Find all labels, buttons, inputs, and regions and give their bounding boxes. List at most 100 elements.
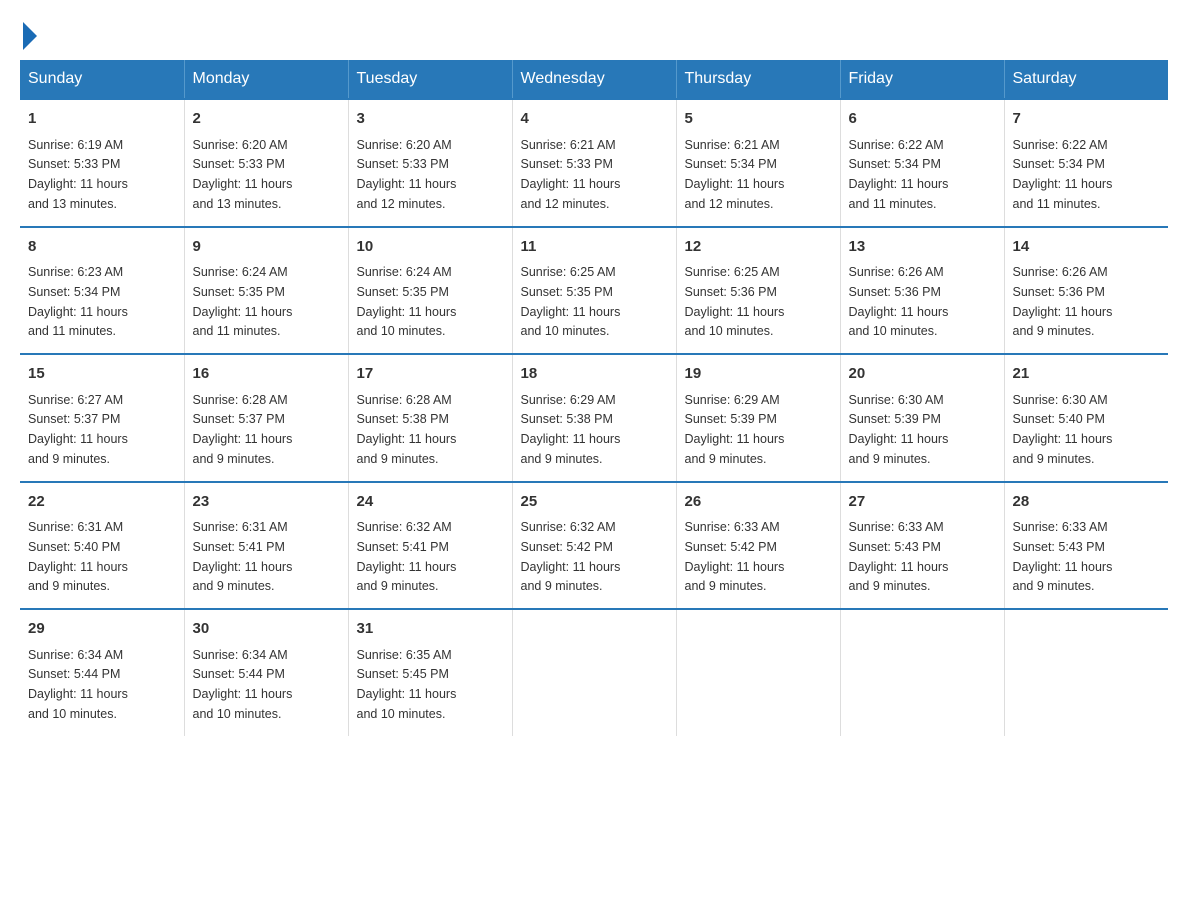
- day-info: Sunrise: 6:34 AMSunset: 5:44 PMDaylight:…: [28, 648, 128, 721]
- day-cell: 1 Sunrise: 6:19 AMSunset: 5:33 PMDaylight…: [20, 99, 184, 227]
- day-info: Sunrise: 6:20 AMSunset: 5:33 PMDaylight:…: [193, 138, 293, 211]
- day-number: 27: [849, 491, 996, 514]
- day-number: 11: [521, 236, 668, 259]
- page-header: [20, 20, 1168, 50]
- day-cell: 8 Sunrise: 6:23 AMSunset: 5:34 PMDaylight…: [20, 227, 184, 355]
- day-cell: 7Sunrise: 6:22 AMSunset: 5:34 PMDaylight…: [1004, 99, 1168, 227]
- day-number: 10: [357, 236, 504, 259]
- day-info: Sunrise: 6:34 AMSunset: 5:44 PMDaylight:…: [193, 648, 293, 721]
- day-cell: [840, 609, 1004, 736]
- day-number: 22: [28, 491, 176, 514]
- day-cell: 18 Sunrise: 6:29 AMSunset: 5:38 PMDayligh…: [512, 354, 676, 482]
- day-number: 13: [849, 236, 996, 259]
- day-info: Sunrise: 6:20 AMSunset: 5:33 PMDaylight:…: [357, 138, 457, 211]
- day-cell: 31 Sunrise: 6:35 AMSunset: 5:45 PMDayligh…: [348, 609, 512, 736]
- day-info: Sunrise: 6:24 AMSunset: 5:35 PMDaylight:…: [357, 265, 457, 338]
- day-cell: 20 Sunrise: 6:30 AMSunset: 5:39 PMDayligh…: [840, 354, 1004, 482]
- day-info: Sunrise: 6:33 AMSunset: 5:43 PMDaylight:…: [849, 520, 949, 593]
- day-info: Sunrise: 6:30 AMSunset: 5:39 PMDaylight:…: [849, 393, 949, 466]
- day-number: 30: [193, 618, 340, 641]
- day-number: 23: [193, 491, 340, 514]
- header-wednesday: Wednesday: [512, 60, 676, 99]
- day-number: 12: [685, 236, 832, 259]
- day-info: Sunrise: 6:24 AMSunset: 5:35 PMDaylight:…: [193, 265, 293, 338]
- week-row-1: 1 Sunrise: 6:19 AMSunset: 5:33 PMDaylight…: [20, 99, 1168, 227]
- day-cell: 29 Sunrise: 6:34 AMSunset: 5:44 PMDayligh…: [20, 609, 184, 736]
- day-info: Sunrise: 6:32 AMSunset: 5:41 PMDaylight:…: [357, 520, 457, 593]
- day-cell: 6 Sunrise: 6:22 AMSunset: 5:34 PMDaylight…: [840, 99, 1004, 227]
- day-cell: 23 Sunrise: 6:31 AMSunset: 5:41 PMDayligh…: [184, 482, 348, 610]
- day-number: 1: [28, 108, 176, 131]
- day-info: Sunrise: 6:32 AMSunset: 5:42 PMDaylight:…: [521, 520, 621, 593]
- day-number: 28: [1013, 491, 1161, 514]
- day-number: 18: [521, 363, 668, 386]
- header-thursday: Thursday: [676, 60, 840, 99]
- day-number: 24: [357, 491, 504, 514]
- logo: [20, 20, 41, 50]
- day-number: 17: [357, 363, 504, 386]
- day-cell: 16 Sunrise: 6:28 AMSunset: 5:37 PMDayligh…: [184, 354, 348, 482]
- header-sunday: Sunday: [20, 60, 184, 99]
- day-info: Sunrise: 6:23 AMSunset: 5:34 PMDaylight:…: [28, 265, 128, 338]
- day-cell: 13 Sunrise: 6:26 AMSunset: 5:36 PMDayligh…: [840, 227, 1004, 355]
- day-info: Sunrise: 6:25 AMSunset: 5:36 PMDaylight:…: [685, 265, 785, 338]
- day-cell: 14Sunrise: 6:26 AMSunset: 5:36 PMDayligh…: [1004, 227, 1168, 355]
- day-info: Sunrise: 6:25 AMSunset: 5:35 PMDaylight:…: [521, 265, 621, 338]
- day-info: Sunrise: 6:27 AMSunset: 5:37 PMDaylight:…: [28, 393, 128, 466]
- day-number: 29: [28, 618, 176, 641]
- day-cell: 2 Sunrise: 6:20 AMSunset: 5:33 PMDaylight…: [184, 99, 348, 227]
- day-number: 3: [357, 108, 504, 131]
- day-info: Sunrise: 6:21 AMSunset: 5:34 PMDaylight:…: [685, 138, 785, 211]
- header-tuesday: Tuesday: [348, 60, 512, 99]
- day-cell: 5 Sunrise: 6:21 AMSunset: 5:34 PMDaylight…: [676, 99, 840, 227]
- day-info: Sunrise: 6:29 AMSunset: 5:38 PMDaylight:…: [521, 393, 621, 466]
- week-row-5: 29 Sunrise: 6:34 AMSunset: 5:44 PMDayligh…: [20, 609, 1168, 736]
- day-cell: 28 Sunrise: 6:33 AMSunset: 5:43 PMDayligh…: [1004, 482, 1168, 610]
- day-info: Sunrise: 6:19 AMSunset: 5:33 PMDaylight:…: [28, 138, 128, 211]
- week-row-2: 8 Sunrise: 6:23 AMSunset: 5:34 PMDaylight…: [20, 227, 1168, 355]
- day-info: Sunrise: 6:22 AMSunset: 5:34 PMDaylight:…: [849, 138, 949, 211]
- day-cell: 4 Sunrise: 6:21 AMSunset: 5:33 PMDaylight…: [512, 99, 676, 227]
- day-cell: 19 Sunrise: 6:29 AMSunset: 5:39 PMDayligh…: [676, 354, 840, 482]
- day-number: 15: [28, 363, 176, 386]
- day-number: 4: [521, 108, 668, 131]
- day-cell: 21 Sunrise: 6:30 AMSunset: 5:40 PMDayligh…: [1004, 354, 1168, 482]
- day-cell: 27 Sunrise: 6:33 AMSunset: 5:43 PMDayligh…: [840, 482, 1004, 610]
- day-number: 25: [521, 491, 668, 514]
- header-monday: Monday: [184, 60, 348, 99]
- day-number: 16: [193, 363, 340, 386]
- day-number: 2: [193, 108, 340, 131]
- day-info: Sunrise: 6:21 AMSunset: 5:33 PMDaylight:…: [521, 138, 621, 211]
- day-cell: 30 Sunrise: 6:34 AMSunset: 5:44 PMDayligh…: [184, 609, 348, 736]
- day-cell: 26Sunrise: 6:33 AMSunset: 5:42 PMDayligh…: [676, 482, 840, 610]
- day-info: Sunrise: 6:26 AMSunset: 5:36 PMDaylight:…: [849, 265, 949, 338]
- day-cell: 11 Sunrise: 6:25 AMSunset: 5:35 PMDayligh…: [512, 227, 676, 355]
- day-cell: 17 Sunrise: 6:28 AMSunset: 5:38 PMDayligh…: [348, 354, 512, 482]
- header-friday: Friday: [840, 60, 1004, 99]
- day-info: Sunrise: 6:33 AMSunset: 5:43 PMDaylight:…: [1013, 520, 1113, 593]
- day-info: Sunrise: 6:29 AMSunset: 5:39 PMDaylight:…: [685, 393, 785, 466]
- day-cell: 22 Sunrise: 6:31 AMSunset: 5:40 PMDayligh…: [20, 482, 184, 610]
- calendar-header-row: SundayMondayTuesdayWednesdayThursdayFrid…: [20, 60, 1168, 99]
- header-saturday: Saturday: [1004, 60, 1168, 99]
- day-cell: 15 Sunrise: 6:27 AMSunset: 5:37 PMDayligh…: [20, 354, 184, 482]
- day-info: Sunrise: 6:31 AMSunset: 5:41 PMDaylight:…: [193, 520, 293, 593]
- day-number: 5: [685, 108, 832, 131]
- day-cell: 25 Sunrise: 6:32 AMSunset: 5:42 PMDayligh…: [512, 482, 676, 610]
- day-info: Sunrise: 6:26 AMSunset: 5:36 PMDaylight:…: [1013, 265, 1113, 338]
- day-number: 31: [357, 618, 504, 641]
- day-info: Sunrise: 6:31 AMSunset: 5:40 PMDaylight:…: [28, 520, 128, 593]
- day-cell: [676, 609, 840, 736]
- day-info: Sunrise: 6:28 AMSunset: 5:37 PMDaylight:…: [193, 393, 293, 466]
- day-info: Sunrise: 6:28 AMSunset: 5:38 PMDaylight:…: [357, 393, 457, 466]
- day-number: 19: [685, 363, 832, 386]
- day-cell: [512, 609, 676, 736]
- day-number: 6: [849, 108, 996, 131]
- day-number: 7: [1013, 108, 1161, 131]
- day-number: 21: [1013, 363, 1161, 386]
- day-number: 20: [849, 363, 996, 386]
- day-cell: [1004, 609, 1168, 736]
- day-info: Sunrise: 6:30 AMSunset: 5:40 PMDaylight:…: [1013, 393, 1113, 466]
- day-info: Sunrise: 6:35 AMSunset: 5:45 PMDaylight:…: [357, 648, 457, 721]
- day-number: 8: [28, 236, 176, 259]
